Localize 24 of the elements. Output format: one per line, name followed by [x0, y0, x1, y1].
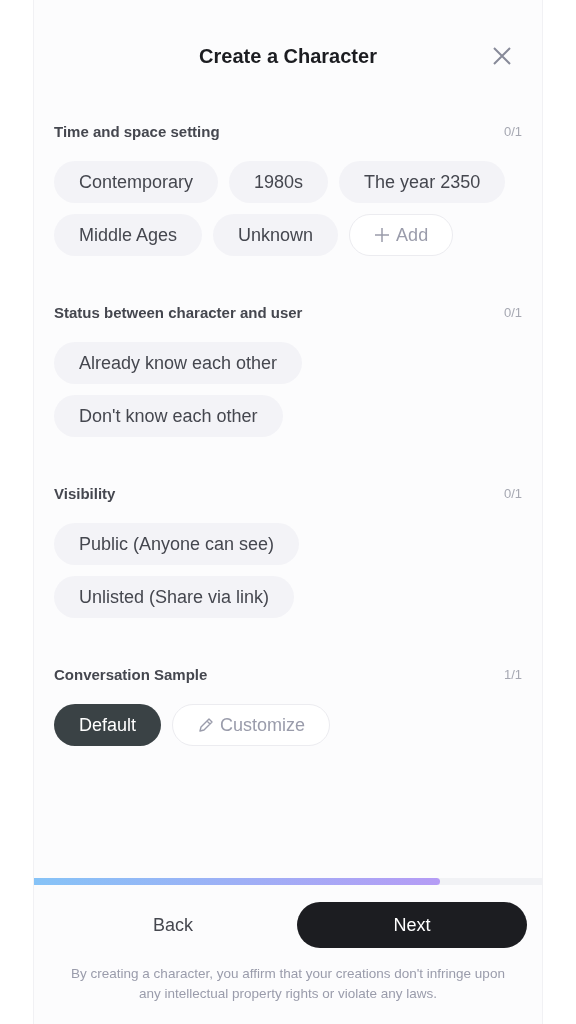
selection-count: 0/1	[503, 305, 522, 320]
option-chip[interactable]: Unknown	[213, 214, 339, 256]
option-chip[interactable]: Contemporary	[54, 161, 219, 203]
section-heading: Visibility	[54, 485, 116, 502]
option-chip[interactable]: Don't know each other	[54, 395, 283, 437]
dialog-title: Create a Character	[199, 44, 377, 68]
option-chip[interactable]: Middle Ages	[54, 214, 203, 256]
option-chip[interactable]: Public (Anyone can see)	[54, 523, 300, 565]
next-button[interactable]: Next	[297, 902, 527, 948]
legal-notice: By creating a character, you affirm that your creations don't infringe upon any intellectual property rights or violate any laws.	[70, 965, 506, 1003]
option-chip[interactable]: Default	[54, 704, 162, 746]
option-chip[interactable]: Unlisted (Share via link)	[54, 576, 295, 618]
selection-count: 0/1	[503, 124, 522, 139]
back-button[interactable]: Back	[49, 902, 297, 948]
selection-count: 1/1	[503, 667, 522, 682]
option-chip[interactable]: Already know each other	[54, 342, 303, 384]
pencil-icon	[197, 716, 215, 734]
section-heading: Status between character and user	[54, 304, 303, 321]
option-chip[interactable]: 1980s	[229, 161, 329, 203]
plus-icon	[374, 227, 391, 243]
option-chip[interactable]: The year 2350	[339, 161, 506, 203]
selection-count: 0/1	[503, 486, 522, 501]
section-heading: Time and space setting	[54, 123, 220, 140]
section-heading: Conversation Sample	[54, 666, 208, 683]
